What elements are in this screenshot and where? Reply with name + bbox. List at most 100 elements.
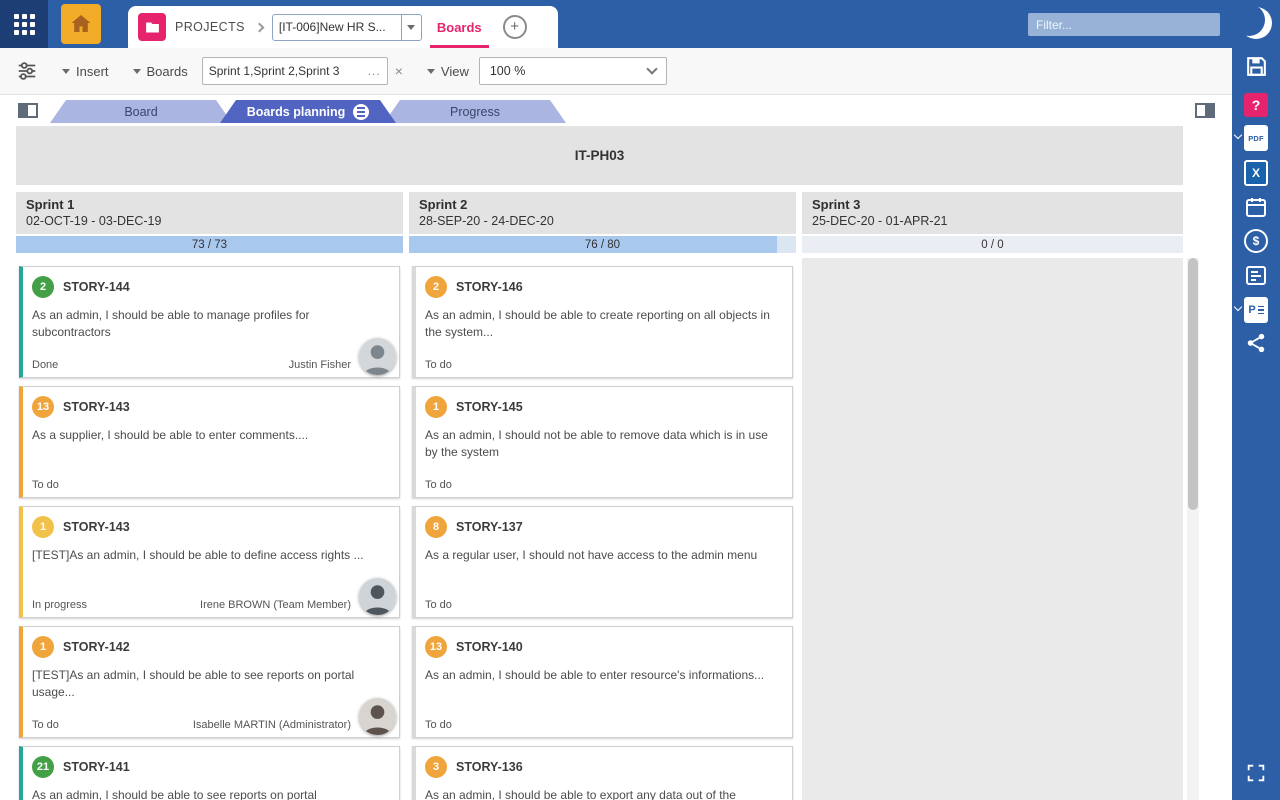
pdf-export-button[interactable]: PDF (1232, 125, 1280, 151)
story-id: STORY-146 (456, 280, 523, 294)
calendar-icon (1244, 195, 1268, 219)
project-select[interactable]: [IT-006]New HR S... (272, 14, 422, 41)
story-card[interactable]: 1 STORY-143 [TEST]As an admin, I should … (19, 506, 400, 618)
sprint3-progress-label: 0 / 0 (802, 236, 1183, 253)
fullscreen-icon (1245, 762, 1267, 784)
sprint3-column-header: Sprint 3 25-DEC-20 - 01-APR-21 (802, 192, 1183, 234)
schedule-icon (1244, 263, 1268, 287)
view-tabstrip: Board Boards planning Progress (0, 95, 1232, 124)
chevron-down-icon (646, 63, 657, 74)
vertical-scrollbar[interactable] (1187, 258, 1199, 800)
calendar-button[interactable] (1232, 195, 1280, 219)
story-id: STORY-145 (456, 400, 523, 414)
story-points-badge: 1 (32, 636, 54, 658)
collapse-left-panel-button[interactable] (18, 103, 38, 118)
fullscreen-button[interactable] (1232, 762, 1280, 784)
sprint1-progress-label: 73 / 73 (16, 236, 403, 253)
story-assignee: Justin Fisher (289, 359, 351, 371)
ppt-icon: P (1244, 297, 1268, 323)
projects-breadcrumb-label[interactable]: PROJECTS (175, 20, 245, 34)
story-card[interactable]: 1 STORY-145 As an admin, I should not be… (412, 386, 793, 498)
story-status: To do (32, 479, 59, 491)
insert-menu-button[interactable]: Insert (76, 64, 109, 79)
cost-button[interactable]: $ (1232, 229, 1280, 253)
story-description: As an admin, I should be able to create … (416, 298, 792, 340)
apps-menu-button[interactable] (0, 0, 48, 48)
story-description: As an admin, I should not be able to rem… (416, 418, 792, 460)
story-card[interactable]: 13 STORY-140 As an admin, I should be ab… (412, 626, 793, 738)
avatar (359, 338, 396, 375)
story-card[interactable]: 13 STORY-143 As a supplier, I should be … (19, 386, 400, 498)
help-icon: ? (1244, 93, 1268, 117)
sprints-picker-button[interactable]: ... (368, 64, 381, 78)
story-status: To do (425, 479, 452, 491)
boards-menu-button[interactable]: Boards (147, 64, 188, 79)
tab-board[interactable]: Board (50, 100, 232, 123)
story-description: As an admin, I should be able to see rep… (23, 778, 399, 800)
boards-nav-tab[interactable]: Boards (430, 6, 489, 48)
story-card[interactable]: 8 STORY-137 As a regular user, I should … (412, 506, 793, 618)
story-card[interactable]: 3 STORY-136 As an admin, I should be abl… (412, 746, 793, 800)
help-button[interactable]: ? (1232, 93, 1280, 117)
filter-input[interactable] (1028, 13, 1220, 36)
story-description: [TEST]As an admin, I should be able to s… (23, 658, 399, 700)
scrollbar-thumb[interactable] (1188, 258, 1198, 510)
story-status: To do (425, 719, 452, 731)
story-card[interactable]: 21 STORY-141 As an admin, I should be ab… (19, 746, 400, 800)
story-description: As an admin, I should be able to export … (416, 778, 792, 800)
toolbar: Insert Boards Sprint 1,Sprint 2,Sprint 3… (0, 48, 1232, 95)
sprint2-name: Sprint 2 (419, 197, 786, 212)
collapse-right-panel-button[interactable] (1195, 103, 1215, 118)
share-button[interactable] (1232, 332, 1280, 354)
story-points-badge: 21 (32, 756, 54, 778)
story-card[interactable]: 2 STORY-144 As an admin, I should be abl… (19, 266, 400, 378)
tab-menu-icon[interactable] (353, 104, 369, 120)
add-view-button[interactable]: + (503, 15, 527, 39)
project-select-caret[interactable] (401, 15, 421, 40)
tab-progress[interactable]: Progress (384, 100, 566, 123)
story-status: To do (425, 359, 452, 371)
story-card[interactable]: 1 STORY-142 [TEST]As an admin, I should … (19, 626, 400, 738)
story-status: In progress (32, 599, 87, 611)
top-navigation-bar: PROJECTS [IT-006]New HR S... Boards + (0, 0, 1232, 48)
story-description: [TEST]As an admin, I should be able to d… (23, 538, 399, 564)
save-button[interactable] (1232, 54, 1280, 79)
story-points-badge: 3 (425, 756, 447, 778)
story-points-badge: 2 (32, 276, 54, 298)
tab-boards-planning[interactable]: Boards planning (220, 100, 396, 123)
story-id: STORY-137 (456, 520, 523, 534)
story-points-badge: 13 (425, 636, 447, 658)
settings-sliders-icon[interactable] (16, 60, 38, 82)
story-id: STORY-144 (63, 280, 130, 294)
view-menu-button[interactable]: View (441, 64, 469, 79)
right-sidebar: ? PDF X $ P (1232, 0, 1280, 800)
breadcrumb-chevron-icon (254, 22, 264, 32)
tab-boards-planning-label: Boards planning (247, 105, 346, 119)
story-id: STORY-143 (63, 400, 130, 414)
insert-menu-caret-icon[interactable] (62, 69, 70, 74)
apps-grid-icon (14, 14, 35, 35)
sprints-filter-input[interactable]: Sprint 1,Sprint 2,Sprint 3 ... (202, 57, 388, 85)
schedule-button[interactable] (1232, 263, 1280, 287)
story-points-badge: 8 (425, 516, 447, 538)
excel-export-button[interactable]: X (1232, 160, 1280, 186)
view-menu-caret-icon[interactable] (427, 69, 435, 74)
ppt-export-button[interactable]: P (1232, 297, 1280, 323)
story-card[interactable]: 2 STORY-146 As an admin, I should be abl… (412, 266, 793, 378)
sprint2-card-column: 2 STORY-146 As an admin, I should be abl… (409, 258, 796, 800)
story-id: STORY-141 (63, 760, 130, 774)
story-status: To do (32, 719, 59, 731)
sprint3-progress-bar: 0 / 0 (802, 236, 1183, 253)
boards-menu-caret-icon[interactable] (133, 69, 141, 74)
story-description: As an admin, I should be able to manage … (23, 298, 399, 340)
story-points-badge: 1 (425, 396, 447, 418)
home-button[interactable] (61, 4, 101, 44)
story-description: As a regular user, I should not have acc… (416, 538, 792, 564)
story-id: STORY-136 (456, 760, 523, 774)
projects-folder-icon[interactable] (138, 13, 166, 41)
zoom-select[interactable]: 100 % (479, 57, 667, 85)
story-assignee: Isabelle MARTIN (Administrator) (193, 719, 351, 731)
zoom-value: 100 % (490, 64, 648, 78)
sprint3-name: Sprint 3 (812, 197, 1173, 212)
clear-sprints-button[interactable]: × (395, 63, 403, 79)
